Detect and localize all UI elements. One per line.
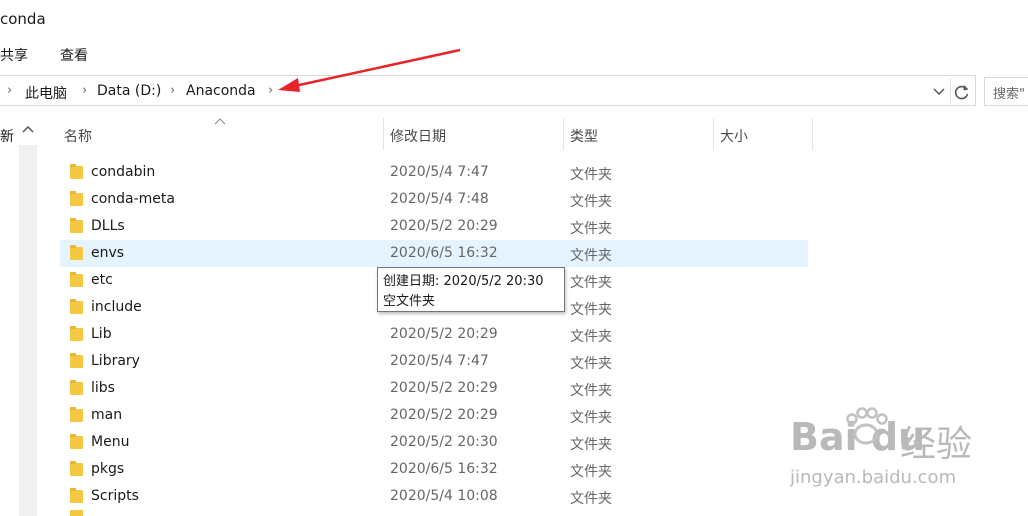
file-date: 2020/5/2 20:29: [390, 407, 498, 423]
file-name: include: [91, 299, 142, 315]
file-type: 文件夹: [570, 464, 612, 480]
tooltip-created-date: 创建日期: 2020/5/2 20:30: [383, 274, 544, 289]
watermark-sub: 经验: [900, 424, 973, 465]
column-divider[interactable]: [713, 118, 714, 150]
ribbon-tab-share[interactable]: 共享: [0, 45, 28, 65]
file-name: DLLs: [91, 218, 125, 234]
file-row[interactable]: Library 2020/5/4 7:47 文件夹: [60, 348, 808, 375]
folder-icon: [70, 272, 83, 287]
refresh-icon[interactable]: [953, 83, 971, 101]
file-name: Menu: [91, 434, 130, 450]
folder-icon: [70, 326, 83, 341]
watermark-url: jingyan.baidu.com: [790, 467, 957, 488]
file-name: Scripts: [91, 488, 139, 504]
file-type: 文件夹: [570, 437, 612, 453]
tooltip: 创建日期: 2020/5/2 20:30 空文件夹: [377, 267, 565, 312]
column-header-size[interactable]: 大小: [720, 126, 748, 146]
file-name: man: [91, 407, 123, 423]
column-header-date[interactable]: 修改日期: [390, 126, 446, 146]
file-row[interactable]: Menu 2020/5/2 20:30 文件夹: [60, 429, 808, 456]
file-row[interactable]: DLLs 2020/5/2 20:29 文件夹: [60, 213, 808, 240]
nav-item-label[interactable]: 新: [0, 126, 14, 146]
file-row[interactable]: conda-meta 2020/5/4 7:48 文件夹: [60, 186, 808, 213]
file-row[interactable]: pkgs 2020/6/5 16:32 文件夹: [60, 456, 808, 483]
file-type: 文件夹: [570, 248, 612, 264]
file-date: 2020/5/2 20:29: [390, 326, 498, 342]
folder-icon: [70, 299, 83, 314]
file-name: pkgs: [91, 461, 125, 477]
file-name: Lib: [91, 326, 112, 342]
sort-ascending-icon: [214, 118, 226, 125]
paw-icon: [846, 407, 888, 445]
file-type: 文件夹: [570, 275, 612, 291]
folder-icon: [70, 461, 83, 476]
column-divider[interactable]: [383, 118, 384, 150]
file-type: 文件夹: [570, 194, 612, 210]
file-type: 文件夹: [570, 221, 612, 237]
file-date: 2020/5/2 20:29: [390, 218, 498, 234]
file-type: 文件夹: [570, 410, 612, 426]
file-type: 文件夹: [570, 383, 612, 399]
folder-icon: [70, 218, 83, 233]
file-name: envs: [91, 245, 125, 261]
folder-icon: [70, 245, 83, 260]
baidu-watermark: Bai du 经验 jingyan.baidu.com: [790, 405, 1020, 495]
search-input[interactable]: 搜索": [984, 77, 1028, 106]
file-type: 文件夹: [570, 491, 612, 507]
breadcrumb-this-pc[interactable]: 此电脑: [25, 83, 67, 103]
file-row[interactable]: man 2020/5/2 20:29 文件夹: [60, 402, 808, 429]
file-date: 2020/6/5 16:32: [390, 461, 498, 477]
column-divider[interactable]: [812, 118, 813, 150]
scroll-up-icon[interactable]: [21, 124, 35, 136]
folder-icon: [70, 434, 83, 449]
folder-icon: [70, 488, 83, 503]
window-title: conda: [0, 10, 46, 28]
file-date: 2020/5/4 10:08: [390, 488, 498, 504]
file-name: libs: [91, 380, 115, 396]
file-date: 2020/5/2 20:29: [390, 380, 498, 396]
file-row[interactable]: libs 2020/5/2 20:29 文件夹: [60, 375, 808, 402]
file-type: 文件夹: [570, 302, 612, 318]
file-type: 文件夹: [570, 329, 612, 345]
nav-scrollbar[interactable]: [19, 145, 37, 516]
breadcrumb-anaconda[interactable]: Anaconda: [186, 83, 256, 99]
folder-icon: [70, 510, 83, 516]
folder-icon: [70, 191, 83, 206]
file-row[interactable]: Lib 2020/5/2 20:29 文件夹: [60, 321, 808, 348]
folder-icon: [70, 380, 83, 395]
file-name: Library: [91, 353, 140, 369]
file-row-hovered[interactable]: envs 2020/6/5 16:32 文件夹: [60, 240, 808, 267]
chevron-down-icon[interactable]: [932, 86, 946, 98]
file-date: 2020/6/5 16:32: [390, 245, 498, 261]
file-name: conda-meta: [91, 191, 175, 207]
file-name: etc: [91, 272, 113, 288]
file-type: 文件夹: [570, 356, 612, 372]
file-date: 2020/5/4 7:47: [390, 164, 489, 180]
chevron-right-icon[interactable]: ›: [7, 83, 12, 98]
chevron-right-icon[interactable]: ›: [170, 83, 175, 98]
folder-icon: [70, 164, 83, 179]
file-name: condabin: [91, 164, 156, 180]
divider: [950, 78, 951, 104]
tooltip-description: 空文件夹: [383, 294, 436, 309]
file-type: 文件夹: [570, 167, 612, 183]
folder-icon: [70, 353, 83, 368]
folder-icon: [70, 407, 83, 422]
file-row[interactable]: condabin 2020/5/4 7:47 文件夹: [60, 159, 808, 186]
ribbon-tab-view[interactable]: 查看: [60, 45, 88, 65]
file-date: 2020/5/4 7:47: [390, 353, 489, 369]
breadcrumb-data-drive[interactable]: Data (D:): [97, 83, 161, 99]
file-row[interactable]: Scripts 2020/5/4 10:08 文件夹: [60, 483, 808, 510]
file-date: 2020/5/2 20:30: [390, 434, 498, 450]
chevron-right-icon[interactable]: ›: [82, 83, 87, 98]
chevron-right-icon[interactable]: ›: [268, 83, 273, 98]
red-arrow-annotation: [278, 48, 461, 92]
column-header-type[interactable]: 类型: [570, 126, 598, 146]
column-divider[interactable]: [563, 118, 564, 150]
file-date: 2020/5/4 7:48: [390, 191, 489, 207]
column-header-name[interactable]: 名称: [64, 126, 92, 146]
